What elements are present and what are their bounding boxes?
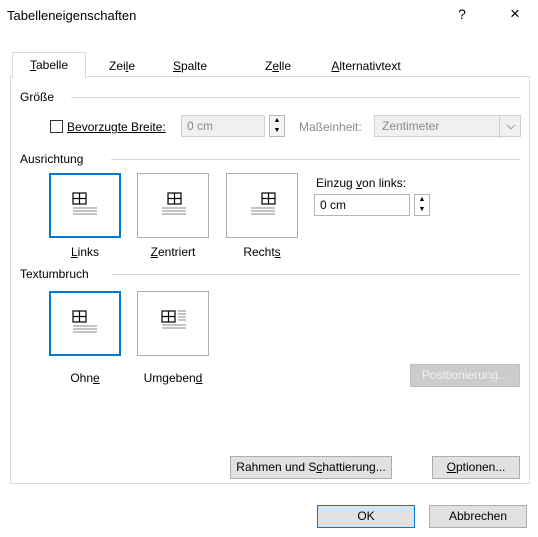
unit-dropdown[interactable]: Zentimeter [374, 115, 521, 138]
section-label-groesse: Größe [20, 90, 59, 104]
table-align-left-icon [72, 192, 97, 215]
spin-up-icon[interactable]: ▲ [270, 116, 284, 126]
ok-button[interactable]: OK [317, 505, 415, 528]
align-left-option[interactable] [49, 173, 121, 238]
close-button[interactable]: × [503, 4, 527, 26]
tab-zeile[interactable]: Zeile [96, 56, 148, 76]
spin-up-icon[interactable]: ▲ [415, 195, 429, 205]
chevron-down-icon [499, 116, 521, 138]
wrap-none-label: Ohne [70, 371, 100, 385]
align-right-label: Rechts [243, 245, 281, 259]
unit-dropdown-value: Zentimeter [382, 119, 440, 133]
wrap-around-icon [161, 310, 186, 329]
positioning-button[interactable]: Positionierung... [410, 364, 520, 387]
cancel-button[interactable]: Abbrechen [429, 505, 527, 528]
align-left-label: Links [70, 245, 100, 259]
preferred-width-input[interactable]: 0 cm [181, 115, 265, 137]
preferred-width-spinner[interactable]: ▲ ▼ [269, 115, 285, 137]
section-label-textumbruch: Textumbruch [20, 267, 93, 281]
table-properties-dialog: Tabelleneigenschaften ? × Tabelle Zeile … [0, 0, 538, 537]
align-center-label: Zentriert [150, 245, 196, 259]
section-divider [111, 274, 520, 275]
tab-spalte[interactable]: Spalte [158, 56, 222, 76]
window-title: Tabelleneigenschaften [7, 8, 137, 23]
tab-tabelle[interactable]: Tabelle [12, 52, 86, 78]
align-right-option[interactable] [226, 173, 298, 238]
table-align-right-icon [251, 192, 276, 215]
indent-left-label: Einzug von links: [316, 176, 407, 190]
preferred-width-label: Bevorzugte Breite: [67, 120, 166, 134]
table-align-center-icon [162, 192, 186, 215]
wrap-around-option[interactable] [137, 291, 209, 356]
wrap-none-icon [72, 310, 97, 333]
wrap-none-option[interactable] [49, 291, 121, 356]
indent-left-input[interactable]: 0 cm [314, 194, 410, 216]
tab-panel: Größe Bevorzugte Breite: 0 cm ▲ ▼ Maßein… [10, 76, 530, 484]
tab-alternativtext[interactable]: Alternativtext [316, 56, 416, 76]
section-divider [111, 159, 520, 160]
borders-shading-button[interactable]: Rahmen und Schattierung... [230, 456, 392, 479]
align-center-option[interactable] [137, 173, 209, 238]
wrap-around-label: Umgebend [143, 371, 203, 385]
section-label-ausrichtung: Ausrichtung [20, 152, 88, 166]
help-button[interactable]: ? [454, 6, 470, 26]
options-button[interactable]: Optionen... [432, 456, 520, 479]
title-bar: Tabelleneigenschaften ? × [0, 0, 538, 32]
indent-left-spinner[interactable]: ▲ ▼ [414, 194, 430, 216]
tab-zelle[interactable]: Zelle [250, 56, 306, 76]
spin-down-icon[interactable]: ▼ [415, 205, 429, 215]
spin-down-icon[interactable]: ▼ [270, 126, 284, 136]
section-divider [71, 97, 520, 98]
preferred-width-checkbox[interactable] [50, 120, 63, 133]
unit-label: Maßeinheit: [299, 120, 362, 134]
